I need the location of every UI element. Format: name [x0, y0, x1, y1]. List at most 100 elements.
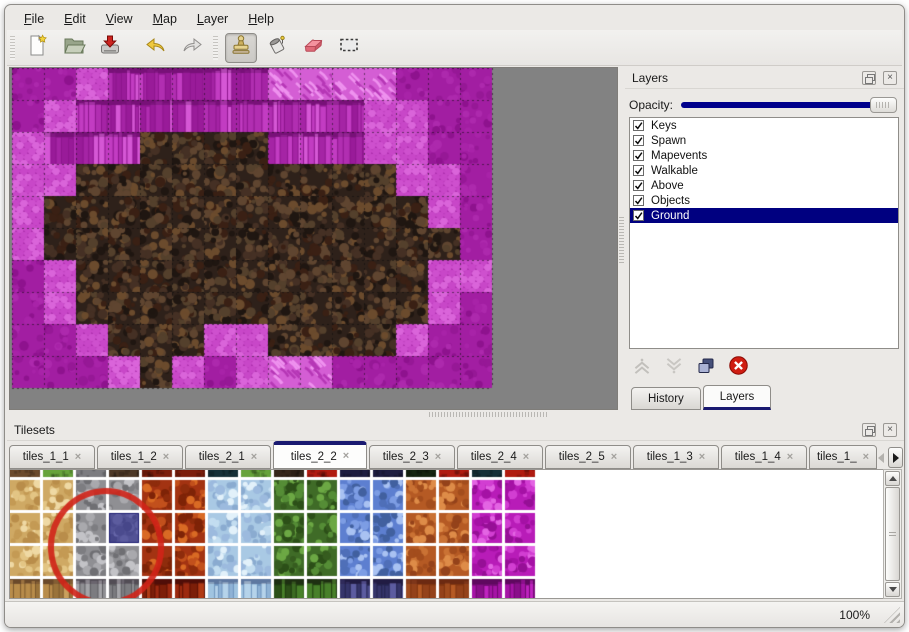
layer-visibility-checkbox[interactable] — [633, 120, 644, 131]
eraser-tool-button[interactable] — [297, 33, 329, 63]
menu-edit[interactable]: Edit — [55, 9, 95, 29]
close-tab-icon[interactable]: × — [611, 452, 617, 463]
toolbar-drag-handle[interactable] — [213, 36, 218, 60]
float-panel-button[interactable] — [862, 71, 876, 85]
layer-name: Objects — [651, 195, 690, 207]
layer-visibility-checkbox[interactable] — [633, 165, 644, 176]
layer-name: Mapevents — [651, 150, 707, 162]
layer-visibility-checkbox[interactable] — [633, 135, 644, 146]
stamp-tool-button[interactable] — [225, 33, 257, 63]
duplicate-layer-icon — [696, 356, 716, 381]
tab-label: tiles_2_5 — [559, 451, 605, 463]
close-tab-icon[interactable]: × — [435, 452, 441, 463]
tileset-viewport[interactable] — [9, 469, 883, 599]
redo-button[interactable] — [176, 33, 208, 63]
tab-history[interactable]: History — [631, 387, 701, 410]
layer-name: Spawn — [651, 135, 686, 147]
tileset-canvas[interactable] — [10, 470, 882, 598]
open-folder-icon — [62, 33, 86, 62]
tab-scroll-right-button[interactable] — [888, 447, 903, 468]
close-tab-icon[interactable]: × — [163, 452, 169, 463]
menu-view[interactable]: View — [97, 9, 142, 29]
tileset-tab-tiles_1_3[interactable]: tiles_1_3 × — [633, 445, 719, 469]
new-file-button[interactable] — [22, 33, 54, 63]
app-window: FileEditViewMapLayerHelp Layers × Opacit… — [4, 4, 905, 628]
close-tab-icon[interactable]: × — [343, 451, 349, 462]
scroll-down-button[interactable] — [885, 582, 900, 597]
float-panel-button[interactable] — [862, 423, 876, 437]
tileset-tab-tiles_2_5[interactable]: tiles_2_5 × — [545, 445, 631, 469]
layer-list: Keys Spawn Mapevents WalkableAbove ObjectsGr… — [629, 117, 899, 349]
close-icon: × — [887, 73, 893, 83]
menu-layer[interactable]: Layer — [188, 9, 237, 29]
map-viewport[interactable] — [9, 67, 618, 410]
opacity-label: Opacity: — [629, 98, 673, 112]
tab-label: tiles_1_3 — [647, 451, 693, 463]
close-tab-icon[interactable]: × — [251, 452, 257, 463]
open-button[interactable] — [58, 33, 90, 63]
undo-button[interactable] — [140, 33, 172, 63]
layer-row-mapevents[interactable]: Mapevents — [630, 148, 898, 163]
tileset-tab-tiles_1_2[interactable]: tiles_1_2 × — [97, 445, 183, 469]
save-button[interactable] — [94, 33, 126, 63]
toolbar-drag-handle[interactable] — [10, 36, 15, 60]
close-panel-button[interactable]: × — [883, 423, 897, 437]
eraser-icon — [301, 33, 325, 62]
panel-tabs: HistoryLayers — [631, 385, 773, 410]
layer-name: Keys — [651, 120, 677, 132]
layer-visibility-checkbox[interactable] — [633, 210, 644, 221]
close-tab-icon[interactable]: × — [699, 452, 705, 463]
layer-visibility-checkbox[interactable] — [633, 150, 644, 161]
tileset-tab-tiles_1_[interactable]: tiles_1_× — [809, 445, 877, 469]
raise-layer-button[interactable] — [631, 357, 653, 379]
stamp-icon — [229, 33, 253, 62]
map-canvas[interactable] — [10, 68, 617, 409]
tileset-tab-tiles_2_1[interactable]: tiles_2_1 × — [185, 445, 271, 469]
tab-layers[interactable]: Layers — [703, 385, 772, 410]
layer-row-walkable[interactable]: Walkable — [630, 163, 898, 178]
undo-icon — [144, 33, 168, 62]
opacity-slider[interactable] — [681, 96, 897, 114]
menu-bar: FileEditViewMapLayerHelp — [7, 8, 902, 30]
opacity-slider-handle[interactable] — [870, 97, 897, 113]
layer-row-objects[interactable]: Objects — [630, 193, 898, 208]
horizontal-splitter[interactable] — [9, 410, 902, 419]
fill-tool-button[interactable] — [261, 33, 293, 63]
layer-visibility-checkbox[interactable] — [633, 180, 644, 191]
lower-layer-button[interactable] — [663, 357, 685, 379]
tab-label: tiles_2_2 — [291, 451, 337, 463]
tileset-tab-tiles_1_1[interactable]: tiles_1_1× — [9, 445, 95, 469]
tileset-tab-tiles_1_4[interactable]: tiles_1_4× — [721, 445, 807, 469]
duplicate-layer-button[interactable] — [695, 357, 717, 379]
tileset-tab-tiles_2_3[interactable]: tiles_2_3× — [369, 445, 455, 469]
tileset-tab-tiles_2_2[interactable]: tiles_2_2 × — [273, 441, 367, 469]
menu-help[interactable]: Help — [239, 9, 283, 29]
close-tab-icon[interactable]: × — [523, 452, 529, 463]
tab-label: tiles_2_1 — [199, 451, 245, 463]
tileset-tab-tiles_2_4[interactable]: tiles_2_4× — [457, 445, 543, 469]
layer-row-keys[interactable]: Keys — [630, 118, 898, 133]
close-tab-icon[interactable]: × — [787, 452, 793, 463]
close-panel-button[interactable]: × — [883, 71, 897, 85]
select-tool-button[interactable] — [333, 33, 365, 63]
resize-grip[interactable] — [884, 607, 900, 623]
layer-row-ground[interactable]: Ground — [630, 208, 898, 223]
float-panel-icon — [865, 426, 873, 434]
menu-file[interactable]: File — [15, 9, 53, 29]
scrollbar-thumb[interactable] — [885, 487, 900, 581]
menu-map[interactable]: Map — [144, 9, 186, 29]
scroll-up-button[interactable] — [885, 471, 900, 486]
delete-layer-button[interactable] — [727, 357, 749, 379]
close-tab-icon[interactable]: × — [863, 452, 869, 463]
layer-visibility-checkbox[interactable] — [633, 195, 644, 206]
layer-row-spawn[interactable]: Spawn — [630, 133, 898, 148]
layer-row-above[interactable]: Above — [630, 178, 898, 193]
tilesets-panel-title: Tilesets — [7, 423, 55, 437]
vertical-splitter[interactable] — [618, 67, 625, 410]
layer-name: Walkable — [651, 165, 698, 177]
close-tab-icon[interactable]: × — [75, 452, 81, 463]
tab-label: tiles_1_2 — [111, 451, 157, 463]
toolbar — [7, 30, 902, 66]
tileset-scrollbar[interactable] — [883, 469, 902, 599]
tab-scroll-left-button[interactable] — [873, 447, 888, 468]
